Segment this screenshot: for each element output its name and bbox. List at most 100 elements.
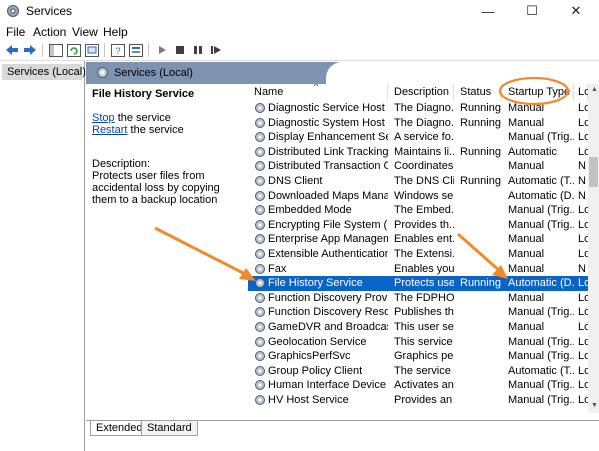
close-button[interactable]: ✕	[554, 0, 598, 22]
menu-action[interactable]: Action	[33, 25, 66, 39]
service-startup-type: Automatic (D...	[508, 189, 574, 202]
service-logon: Lo	[578, 116, 588, 129]
restart-icon[interactable]	[208, 42, 224, 58]
column-name-label: Name	[254, 86, 284, 98]
table-row[interactable]: Encrypting File System (EFS) Provides th.…	[248, 218, 588, 233]
export-icon[interactable]	[84, 42, 100, 58]
table-row[interactable]: GameDVR and Broadcast Us... This user se.…	[248, 320, 588, 335]
tree-item-services-local[interactable]: Services (Local)	[2, 64, 86, 80]
gear-icon	[255, 307, 265, 318]
tab-standard[interactable]: Standard	[141, 421, 198, 436]
column-header-description[interactable]: Description	[388, 84, 454, 101]
gear-icon	[255, 234, 265, 245]
help-icon[interactable]: ?	[110, 42, 126, 58]
service-logon: N	[578, 160, 586, 173]
restart-service-line: Restart the service	[92, 124, 184, 136]
scroll-up-icon[interactable]: ▲	[591, 86, 598, 93]
service-name: Embedded Mode	[268, 204, 352, 217]
service-name: Distributed Link Tracking Cl...	[268, 145, 388, 158]
table-row[interactable]: Human Interface Device Ser... Activates a…	[248, 378, 588, 393]
menu-view[interactable]: View	[72, 25, 98, 39]
service-startup-type: Automatic (T...	[508, 364, 574, 377]
column-header-name[interactable]: Name ^	[248, 84, 388, 101]
service-name: Encrypting File System (EFS)	[268, 218, 388, 231]
table-row[interactable]: Distributed Transaction Coo... Coordinate…	[248, 159, 588, 174]
console-tree-icon[interactable]	[48, 42, 64, 58]
toolbar: ?	[0, 40, 599, 61]
table-row[interactable]: Diagnostic System Host The Diagno... Runni…	[248, 116, 588, 131]
service-logon: Lo	[578, 102, 588, 114]
service-startup-type: Manual	[508, 262, 545, 275]
table-row[interactable]: DNS Client The DNS Cli... Running Automatic…	[248, 174, 588, 189]
service-description: Maintains li...	[394, 145, 454, 158]
sort-ascending-icon: ^	[314, 84, 319, 91]
service-startup-type: Manual	[508, 321, 545, 333]
stop-link[interactable]: Stop	[92, 112, 115, 124]
service-logon: Lo	[578, 145, 588, 158]
service-name: Display Enhancement Service	[268, 131, 388, 144]
service-logon: Lo	[578, 233, 588, 246]
table-row[interactable]: Embedded Mode The Embed... Manual (Trig...…	[248, 203, 588, 218]
menu-bar: File Action View Help	[0, 22, 599, 40]
tab-extended[interactable]: Extended	[90, 421, 149, 436]
table-row[interactable]: HV Host Service Provides an ... Manual (Tr…	[248, 393, 588, 408]
service-logon: Lo	[578, 204, 588, 217]
vertical-scrollbar[interactable]: ▲ ▼	[588, 84, 599, 413]
service-logon: Lo	[578, 248, 588, 260]
table-row[interactable]: Distributed Link Tracking Cl... Maintains…	[248, 145, 588, 160]
service-name: DNS Client	[268, 175, 323, 187]
service-description: Enables you...	[394, 262, 454, 275]
gear-icon	[255, 351, 265, 362]
properties-icon[interactable]	[128, 42, 144, 58]
table-row[interactable]: Diagnostic Service Host The Diagno... Runn…	[248, 101, 588, 116]
back-icon[interactable]	[4, 42, 20, 58]
gear-icon	[255, 176, 265, 186]
table-row[interactable]: Enterprise App Managemen... Enables ent..…	[248, 232, 588, 247]
table-row[interactable]: GraphicsPerfSvc Graphics pe... Manual (Tri…	[248, 349, 588, 364]
maximize-button[interactable]: ☐	[510, 0, 554, 22]
service-logon: Lo	[578, 277, 588, 290]
service-description: Activates an...	[394, 379, 454, 392]
console-tree: Services (Local)	[0, 61, 86, 451]
service-description: The Embed...	[394, 204, 454, 217]
stop-icon[interactable]	[172, 42, 188, 58]
menu-help[interactable]: Help	[103, 25, 128, 39]
column-header-startup-type[interactable]: Startup Type	[502, 84, 574, 101]
gear-icon	[255, 132, 265, 143]
service-logon: N	[578, 262, 586, 275]
pause-icon[interactable]	[190, 42, 206, 58]
gear-icon	[255, 103, 265, 113]
service-logon: Lo	[578, 379, 588, 392]
service-logon: Lo	[578, 364, 588, 377]
services-list: Name ^ Description Status Startup Type L…	[248, 84, 588, 413]
refresh-icon[interactable]	[66, 42, 82, 58]
table-row[interactable]: Function Discovery Provide... The FDPHO..…	[248, 291, 588, 306]
start-icon[interactable]	[154, 42, 170, 58]
window-title: Services	[26, 4, 73, 18]
table-row[interactable]: Extensible Authentication P... The Extens…	[248, 247, 588, 262]
selected-service-name: File History Service	[92, 88, 195, 100]
column-header-status[interactable]: Status	[454, 84, 502, 101]
table-row[interactable]: Geolocation Service This service ... Manua…	[248, 335, 588, 350]
table-row[interactable]: Downloaded Maps Manager Windows se... Auto…	[248, 189, 588, 204]
pane-title: Services (Local)	[114, 67, 193, 79]
gear-icon	[255, 322, 265, 332]
table-row[interactable]: Fax Enables you... Manual N	[248, 262, 588, 277]
scrollbar-thumb[interactable]	[589, 157, 598, 187]
forward-icon[interactable]	[22, 42, 38, 58]
service-name: Diagnostic System Host	[268, 116, 385, 129]
service-name: Diagnostic Service Host	[268, 102, 385, 114]
service-name: GraphicsPerfSvc	[268, 350, 351, 363]
menu-file[interactable]: File	[6, 25, 25, 39]
table-row[interactable]: Display Enhancement Service A service fo.…	[248, 130, 588, 145]
service-description: The DNS Cli...	[394, 175, 454, 187]
scroll-down-icon[interactable]: ▼	[591, 402, 598, 409]
table-row[interactable]: File History Service Protects use... Runni…	[248, 276, 588, 291]
column-header-logon[interactable]: Lo	[574, 84, 588, 101]
table-row[interactable]: Function Discovery Resourc... Publishes t…	[248, 305, 588, 320]
restart-link[interactable]: Restart	[92, 124, 127, 136]
pane-header: Services (Local)	[86, 62, 599, 84]
service-logon: Lo	[578, 291, 588, 304]
table-row[interactable]: Group Policy Client The service ... Automa…	[248, 364, 588, 379]
minimize-button[interactable]: —	[466, 0, 510, 22]
